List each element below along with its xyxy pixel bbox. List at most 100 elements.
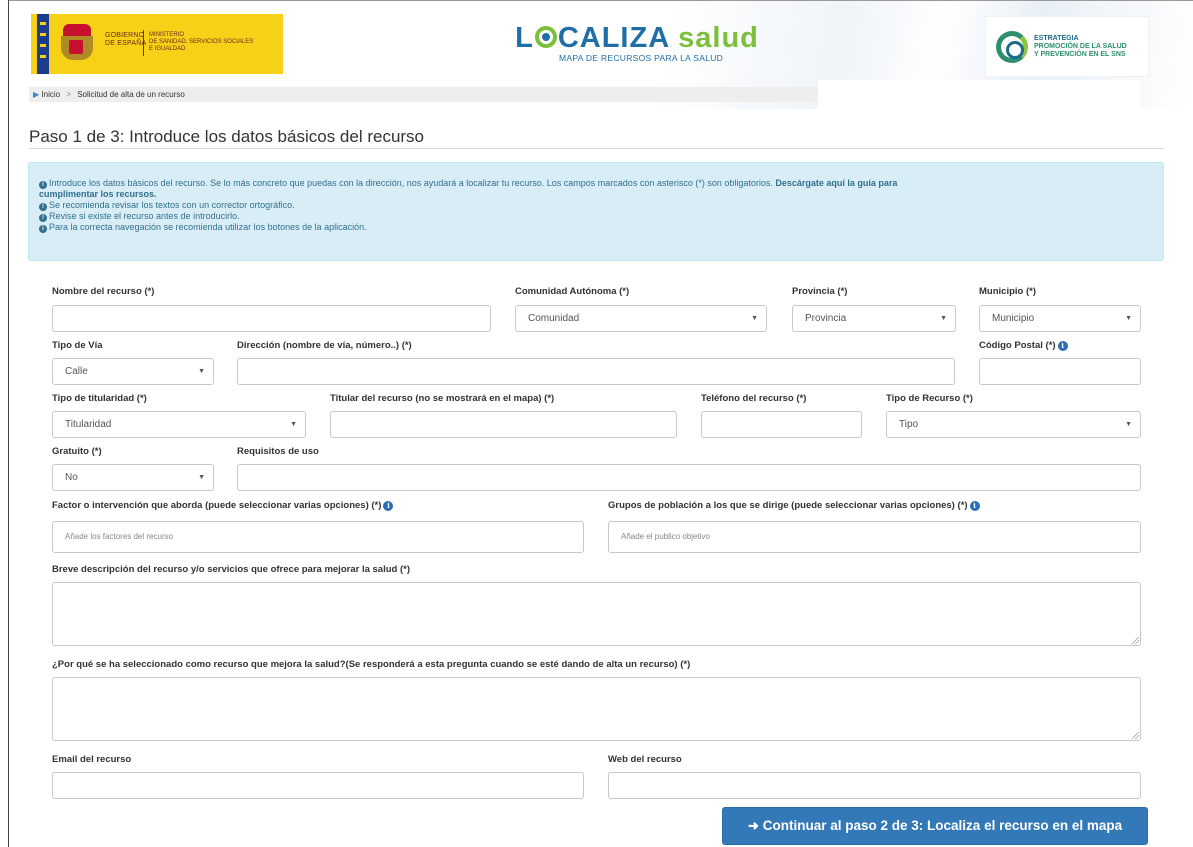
exclamation-circle-icon: ! [39, 203, 47, 211]
chevron-down-icon: ▼ [1125, 315, 1132, 322]
email-label: Email del recurso [52, 754, 132, 765]
porque-label: ¿Por qué se ha seleccionado como recurso… [52, 659, 691, 670]
strategy-logo[interactable]: ESTRATEGIA PROMOCIÓN DE LA SALUD Y PREVE… [985, 16, 1149, 77]
grupos-multiselect[interactable]: Añade el publico objetivo [608, 521, 1141, 553]
descripcion-textarea[interactable] [52, 582, 1141, 646]
porque-textarea[interactable] [52, 677, 1141, 741]
breadcrumb-separator-icon: > [66, 90, 71, 99]
breadcrumb-current: Solicitud de alta de un recurso [77, 90, 185, 99]
info-circle-icon: i [39, 225, 47, 233]
nombre-input[interactable] [52, 305, 491, 332]
info-text-1: Introduce los datos básicos del recurso.… [49, 178, 776, 188]
exclamation-circle-icon: ! [39, 214, 47, 222]
titularidad-value: Titularidad [65, 419, 112, 430]
factor-label-text: Factor o intervención que aborda (puede … [52, 500, 382, 511]
guide-download-link-cont[interactable]: cumplimentar los recursos. [39, 189, 157, 199]
direccion-label: Dirección (nombre de vía, número..) (*) [237, 340, 412, 351]
gov-name: GOBIERNO DE ESPAÑA [105, 32, 147, 47]
grupos-label: Grupos de población a los que se dirige … [608, 500, 980, 511]
strategy-line-1: ESTRATEGIA [1034, 35, 1079, 42]
info-circle-icon[interactable]: i [383, 501, 394, 511]
web-input[interactable] [608, 772, 1141, 799]
brand-subtitle: MAPA DE RECURSOS PARA LA SALUD [559, 53, 724, 63]
tipo-via-select[interactable]: Calle ▼ [52, 358, 214, 385]
continue-button-label: Continuar al paso 2 de 3: Localiza el re… [762, 818, 1123, 833]
tipo-via-label: Tipo de Vía [52, 340, 103, 351]
provincia-select[interactable]: Provincia ▼ [792, 305, 956, 332]
chevron-down-icon: ▼ [751, 315, 758, 322]
municipio-label: Municipio (*) [979, 286, 1036, 297]
tipo-via-value: Calle [65, 366, 88, 377]
cp-label: Código Postal (*) i [979, 340, 1068, 351]
titular-input[interactable] [330, 411, 677, 438]
direccion-input[interactable] [237, 358, 955, 385]
web-label: Web del recurso [608, 754, 682, 765]
continue-step-2-button[interactable]: ➜ Continuar al paso 2 de 3: Localiza el r… [722, 807, 1148, 845]
info-circle-icon[interactable]: i [1057, 341, 1068, 351]
breadcrumb: ▶ Inicio > Solicitud de alta de un recur… [29, 87, 818, 102]
header-right-panel [818, 80, 1140, 110]
info-line-3: ! Se recomienda revisar los textos con un… [39, 200, 1153, 211]
requisitos-label: Requisitos de uso [237, 446, 319, 457]
telefono-label: Teléfono del recurso (*) [701, 393, 807, 404]
brand-letter-l: L [515, 22, 534, 54]
telefono-input[interactable] [701, 411, 862, 438]
titularidad-select[interactable]: Titularidad ▼ [52, 411, 306, 438]
info-text-4: Revise si existe el recurso antes de int… [49, 211, 240, 221]
info-circle-icon: i [39, 181, 47, 189]
chevron-down-icon: ▼ [940, 315, 947, 322]
info-line-1: i Introduce los datos básicos del recurso… [39, 178, 1153, 189]
coat-of-arms-icon [59, 24, 95, 64]
gratuito-value: No [65, 472, 78, 483]
strategy-circle-icon [996, 31, 1028, 63]
municipio-value: Municipio [992, 313, 1035, 324]
info-alert: i Introduce los datos básicos del recurso… [28, 162, 1164, 261]
cp-input[interactable] [979, 358, 1141, 385]
municipio-select[interactable]: Municipio ▼ [979, 305, 1141, 332]
cp-label-text: Código Postal (*) [979, 340, 1056, 351]
info-line-2: cumplimentar los recursos. [39, 189, 1153, 200]
info-line-5: i Para la correcta navegación se recomien… [39, 222, 1153, 233]
window-left-border [8, 0, 9, 847]
chevron-down-icon: ▼ [290, 421, 297, 428]
resize-handle-icon[interactable] [1132, 637, 1139, 644]
arrow-right-icon: ➜ [747, 818, 759, 833]
email-input[interactable] [52, 772, 584, 799]
gratuito-select[interactable]: No ▼ [52, 464, 214, 491]
brand-o-icon [534, 26, 557, 48]
government-logo[interactable]: GOBIERNO DE ESPAÑA MINISTERIO DE SANIDAD… [31, 14, 283, 74]
comunidad-value: Comunidad [528, 313, 580, 324]
provincia-value: Provincia [805, 313, 847, 324]
resize-handle-icon[interactable] [1132, 732, 1139, 739]
grupos-label-text: Grupos de población a los que se dirige … [608, 500, 968, 511]
localiza-salud-logo[interactable]: L CALIZA salud MAPA DE RECURSOS PARA LA S… [507, 22, 767, 72]
info-text-3: Se recomienda revisar los textos con un … [49, 200, 295, 210]
chevron-down-icon: ▼ [198, 474, 205, 481]
info-text-5: Para la correcta navegación se recomiend… [49, 222, 367, 232]
chevron-down-icon: ▼ [198, 368, 205, 375]
info-line-4: ! Revise si existe el recurso antes de in… [39, 211, 1153, 222]
titular-label: Titular del recurso (no se mostrará en e… [330, 393, 555, 404]
nombre-label: Nombre del recurso (*) [52, 286, 155, 297]
eu-flag-icon [37, 14, 49, 74]
breadcrumb-home-link[interactable]: Inicio [41, 90, 60, 99]
tipo-recurso-select[interactable]: Tipo ▼ [886, 411, 1141, 438]
tipo-recurso-value: Tipo [899, 419, 919, 430]
titularidad-label: Tipo de titularidad (*) [52, 393, 147, 404]
guide-download-link[interactable]: Descárgate aquí la guía para [775, 178, 897, 188]
brand-title: L CALIZA salud [507, 22, 767, 54]
gratuito-label: Gratuito (*) [52, 446, 102, 457]
page-title: Paso 1 de 3: Introduce los datos básicos… [29, 127, 425, 146]
gov-divider [143, 30, 144, 56]
factor-multiselect[interactable]: Añade los factores del recurso [52, 521, 584, 553]
info-circle-icon[interactable]: i [969, 501, 980, 511]
chevron-down-icon: ▼ [1125, 421, 1132, 428]
brand-word-salud: salud [678, 22, 759, 54]
tipo-recurso-label: Tipo de Recurso (*) [886, 393, 973, 404]
breadcrumb-arrow-icon: ▶ [33, 90, 40, 99]
requisitos-input[interactable] [237, 464, 1141, 491]
comunidad-select[interactable]: Comunidad ▼ [515, 305, 767, 332]
title-divider [29, 148, 1164, 149]
factor-label: Factor o intervención que aborda (puede … [52, 500, 394, 511]
brand-word-caliza: CALIZA [557, 22, 670, 54]
